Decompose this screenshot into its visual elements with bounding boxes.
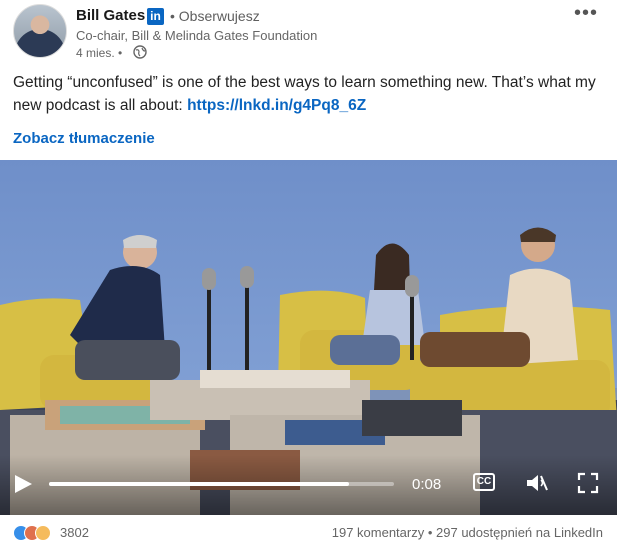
engagement-stats: 197 komentarzy • 297 udostępnień na Link…	[332, 525, 603, 540]
stats-separator: •	[424, 525, 437, 540]
post-header: Bill Gates in • Obserwujesz Co-chair, Bi…	[0, 0, 617, 66]
more-options-button[interactable]: •••	[574, 2, 598, 25]
follow-status[interactable]: • Obserwujesz	[170, 8, 260, 24]
muted-speaker-icon[interactable]	[525, 472, 549, 494]
fullscreen-icon[interactable]	[577, 472, 599, 494]
video-player[interactable]	[0, 160, 617, 515]
author-name[interactable]: Bill Gates	[76, 7, 145, 24]
progress-fill	[49, 482, 350, 486]
author-avatar[interactable]	[13, 4, 67, 58]
linkedin-badge-icon: in	[147, 8, 164, 25]
author-headline: Co-chair, Bill & Melinda Gates Foundatio…	[76, 28, 318, 43]
translate-button[interactable]: Zobacz tłumaczenie	[13, 130, 155, 147]
social-counts: 3802 197 komentarzy • 297 udostępnień na…	[0, 520, 617, 551]
shares-count[interactable]: 297 udostępnień na LinkedIn	[436, 525, 603, 540]
play-button[interactable]	[12, 473, 34, 495]
globe-icon	[133, 45, 147, 59]
comments-count[interactable]: 197 komentarzy	[332, 525, 425, 540]
reactions-summary[interactable]	[13, 525, 59, 543]
progress-bar[interactable]	[49, 482, 394, 486]
insightful-icon	[35, 525, 51, 541]
post-time: 4 mies. •	[76, 46, 123, 60]
post-link[interactable]: https://lnkd.in/g4Pq8_6Z	[187, 97, 366, 114]
post-body: Getting “unconfused” is one of the best …	[13, 72, 608, 117]
video-time: 0:08	[412, 476, 442, 493]
reaction-count[interactable]: 3802	[60, 525, 89, 540]
captions-button[interactable]: CC	[473, 473, 495, 491]
